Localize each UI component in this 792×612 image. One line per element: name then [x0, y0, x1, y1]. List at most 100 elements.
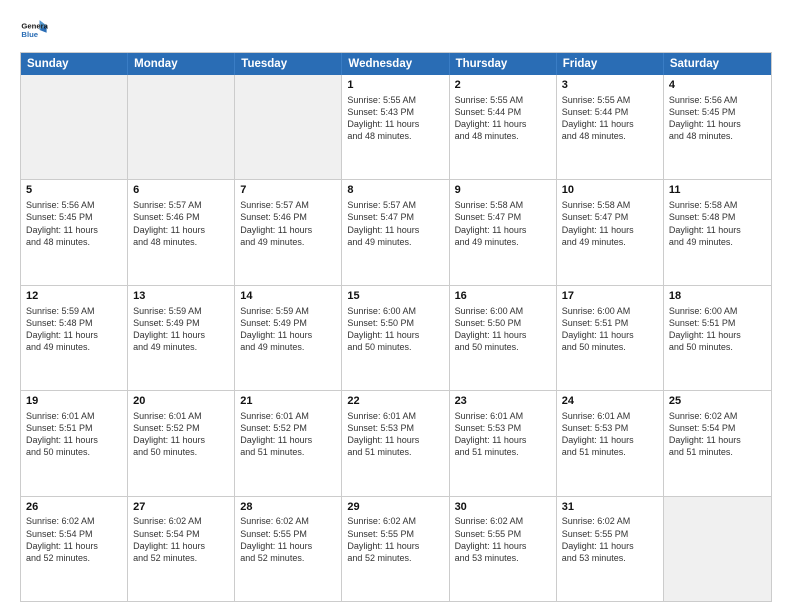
day-number: 21: [240, 394, 336, 409]
day-number: 23: [455, 394, 551, 409]
day-number: 9: [455, 183, 551, 198]
day-number: 30: [455, 500, 551, 515]
header-day-sunday: Sunday: [21, 53, 128, 75]
day-number: 20: [133, 394, 229, 409]
calendar-day-2: 2Sunrise: 5:55 AM Sunset: 5:44 PM Daylig…: [450, 75, 557, 179]
logo-icon: General Blue: [20, 16, 48, 44]
calendar-day-23: 23Sunrise: 6:01 AM Sunset: 5:53 PM Dayli…: [450, 391, 557, 495]
header-day-friday: Friday: [557, 53, 664, 75]
day-number: 7: [240, 183, 336, 198]
day-number: 11: [669, 183, 766, 198]
calendar-day-28: 28Sunrise: 6:02 AM Sunset: 5:55 PM Dayli…: [235, 497, 342, 601]
page: General Blue SundayMondayTuesdayWednesda…: [0, 0, 792, 612]
calendar-day-5: 5Sunrise: 5:56 AM Sunset: 5:45 PM Daylig…: [21, 180, 128, 284]
calendar-week-5: 26Sunrise: 6:02 AM Sunset: 5:54 PM Dayli…: [21, 496, 771, 601]
day-info: Sunrise: 6:01 AM Sunset: 5:53 PM Dayligh…: [562, 410, 658, 459]
day-info: Sunrise: 5:59 AM Sunset: 5:49 PM Dayligh…: [133, 305, 229, 354]
calendar-day-11: 11Sunrise: 5:58 AM Sunset: 5:48 PM Dayli…: [664, 180, 771, 284]
day-number: 19: [26, 394, 122, 409]
calendar-day-7: 7Sunrise: 5:57 AM Sunset: 5:46 PM Daylig…: [235, 180, 342, 284]
calendar-day-10: 10Sunrise: 5:58 AM Sunset: 5:47 PM Dayli…: [557, 180, 664, 284]
day-number: 24: [562, 394, 658, 409]
calendar-day-8: 8Sunrise: 5:57 AM Sunset: 5:47 PM Daylig…: [342, 180, 449, 284]
calendar-day-18: 18Sunrise: 6:00 AM Sunset: 5:51 PM Dayli…: [664, 286, 771, 390]
day-number: 8: [347, 183, 443, 198]
calendar-day-14: 14Sunrise: 5:59 AM Sunset: 5:49 PM Dayli…: [235, 286, 342, 390]
day-number: 18: [669, 289, 766, 304]
calendar-day-6: 6Sunrise: 5:57 AM Sunset: 5:46 PM Daylig…: [128, 180, 235, 284]
calendar-day-31: 31Sunrise: 6:02 AM Sunset: 5:55 PM Dayli…: [557, 497, 664, 601]
day-info: Sunrise: 5:55 AM Sunset: 5:44 PM Dayligh…: [455, 94, 551, 143]
day-info: Sunrise: 6:01 AM Sunset: 5:51 PM Dayligh…: [26, 410, 122, 459]
day-number: 12: [26, 289, 122, 304]
day-info: Sunrise: 5:59 AM Sunset: 5:48 PM Dayligh…: [26, 305, 122, 354]
calendar-week-1: 1Sunrise: 5:55 AM Sunset: 5:43 PM Daylig…: [21, 75, 771, 179]
day-info: Sunrise: 6:02 AM Sunset: 5:55 PM Dayligh…: [240, 515, 336, 564]
day-info: Sunrise: 6:02 AM Sunset: 5:54 PM Dayligh…: [133, 515, 229, 564]
header-day-saturday: Saturday: [664, 53, 771, 75]
day-number: 3: [562, 78, 658, 93]
day-info: Sunrise: 5:55 AM Sunset: 5:43 PM Dayligh…: [347, 94, 443, 143]
calendar-day-4: 4Sunrise: 5:56 AM Sunset: 5:45 PM Daylig…: [664, 75, 771, 179]
calendar-day-19: 19Sunrise: 6:01 AM Sunset: 5:51 PM Dayli…: [21, 391, 128, 495]
day-info: Sunrise: 6:02 AM Sunset: 5:54 PM Dayligh…: [669, 410, 766, 459]
day-info: Sunrise: 5:55 AM Sunset: 5:44 PM Dayligh…: [562, 94, 658, 143]
day-info: Sunrise: 5:57 AM Sunset: 5:47 PM Dayligh…: [347, 199, 443, 248]
calendar-day-1: 1Sunrise: 5:55 AM Sunset: 5:43 PM Daylig…: [342, 75, 449, 179]
calendar-day-25: 25Sunrise: 6:02 AM Sunset: 5:54 PM Dayli…: [664, 391, 771, 495]
day-info: Sunrise: 6:00 AM Sunset: 5:51 PM Dayligh…: [669, 305, 766, 354]
day-number: 4: [669, 78, 766, 93]
day-number: 14: [240, 289, 336, 304]
day-number: 28: [240, 500, 336, 515]
day-info: Sunrise: 5:58 AM Sunset: 5:47 PM Dayligh…: [562, 199, 658, 248]
header-day-thursday: Thursday: [450, 53, 557, 75]
calendar-day-22: 22Sunrise: 6:01 AM Sunset: 5:53 PM Dayli…: [342, 391, 449, 495]
day-number: 27: [133, 500, 229, 515]
calendar-day-20: 20Sunrise: 6:01 AM Sunset: 5:52 PM Dayli…: [128, 391, 235, 495]
day-number: 22: [347, 394, 443, 409]
day-info: Sunrise: 5:57 AM Sunset: 5:46 PM Dayligh…: [240, 199, 336, 248]
calendar-day-24: 24Sunrise: 6:01 AM Sunset: 5:53 PM Dayli…: [557, 391, 664, 495]
calendar-empty-cell: [128, 75, 235, 179]
calendar-header: SundayMondayTuesdayWednesdayThursdayFrid…: [21, 53, 771, 75]
calendar-week-3: 12Sunrise: 5:59 AM Sunset: 5:48 PM Dayli…: [21, 285, 771, 390]
calendar-day-17: 17Sunrise: 6:00 AM Sunset: 5:51 PM Dayli…: [557, 286, 664, 390]
calendar-empty-cell: [235, 75, 342, 179]
calendar-day-16: 16Sunrise: 6:00 AM Sunset: 5:50 PM Dayli…: [450, 286, 557, 390]
calendar-day-13: 13Sunrise: 5:59 AM Sunset: 5:49 PM Dayli…: [128, 286, 235, 390]
day-info: Sunrise: 6:01 AM Sunset: 5:52 PM Dayligh…: [133, 410, 229, 459]
day-info: Sunrise: 6:02 AM Sunset: 5:55 PM Dayligh…: [347, 515, 443, 564]
day-number: 10: [562, 183, 658, 198]
day-info: Sunrise: 5:58 AM Sunset: 5:48 PM Dayligh…: [669, 199, 766, 248]
header: General Blue: [20, 16, 772, 44]
day-info: Sunrise: 5:59 AM Sunset: 5:49 PM Dayligh…: [240, 305, 336, 354]
day-number: 25: [669, 394, 766, 409]
calendar-body: 1Sunrise: 5:55 AM Sunset: 5:43 PM Daylig…: [21, 75, 771, 601]
header-day-monday: Monday: [128, 53, 235, 75]
day-number: 15: [347, 289, 443, 304]
day-info: Sunrise: 5:58 AM Sunset: 5:47 PM Dayligh…: [455, 199, 551, 248]
calendar-day-27: 27Sunrise: 6:02 AM Sunset: 5:54 PM Dayli…: [128, 497, 235, 601]
day-info: Sunrise: 6:02 AM Sunset: 5:55 PM Dayligh…: [562, 515, 658, 564]
day-number: 2: [455, 78, 551, 93]
day-number: 5: [26, 183, 122, 198]
day-info: Sunrise: 6:01 AM Sunset: 5:53 PM Dayligh…: [347, 410, 443, 459]
day-info: Sunrise: 6:02 AM Sunset: 5:54 PM Dayligh…: [26, 515, 122, 564]
day-info: Sunrise: 6:01 AM Sunset: 5:53 PM Dayligh…: [455, 410, 551, 459]
calendar: SundayMondayTuesdayWednesdayThursdayFrid…: [20, 52, 772, 602]
day-number: 16: [455, 289, 551, 304]
calendar-day-30: 30Sunrise: 6:02 AM Sunset: 5:55 PM Dayli…: [450, 497, 557, 601]
calendar-day-12: 12Sunrise: 5:59 AM Sunset: 5:48 PM Dayli…: [21, 286, 128, 390]
day-info: Sunrise: 6:00 AM Sunset: 5:50 PM Dayligh…: [347, 305, 443, 354]
day-number: 31: [562, 500, 658, 515]
calendar-empty-cell: [664, 497, 771, 601]
svg-text:General: General: [21, 22, 48, 31]
header-day-tuesday: Tuesday: [235, 53, 342, 75]
calendar-day-29: 29Sunrise: 6:02 AM Sunset: 5:55 PM Dayli…: [342, 497, 449, 601]
day-info: Sunrise: 6:01 AM Sunset: 5:52 PM Dayligh…: [240, 410, 336, 459]
day-info: Sunrise: 6:00 AM Sunset: 5:51 PM Dayligh…: [562, 305, 658, 354]
calendar-day-3: 3Sunrise: 5:55 AM Sunset: 5:44 PM Daylig…: [557, 75, 664, 179]
svg-text:Blue: Blue: [21, 30, 38, 39]
day-number: 13: [133, 289, 229, 304]
logo: General Blue: [20, 16, 50, 44]
